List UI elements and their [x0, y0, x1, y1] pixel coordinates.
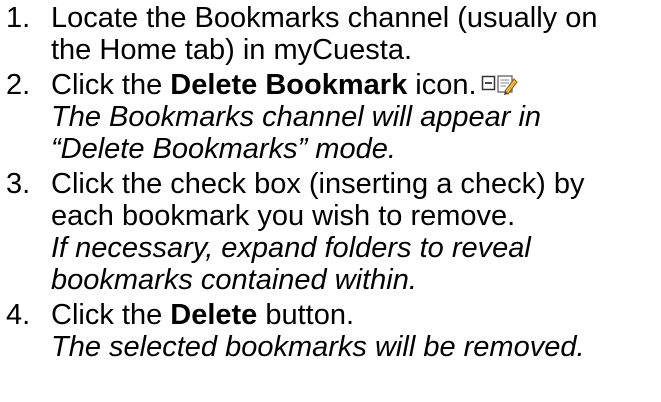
step-number: 2.	[6, 69, 31, 101]
step-text: button.	[257, 299, 355, 331]
delete-label: Delete	[170, 299, 258, 331]
step-text-line: Locate the Bookmarks channel (usually on	[51, 2, 598, 34]
step-text-line: each bookmark you wish to remove.	[51, 200, 516, 232]
step-note-line: The selected bookmarks will be removed.	[51, 331, 585, 363]
step-text-line: Click the check box (inserting a check) …	[51, 168, 585, 200]
step-number: 3.	[6, 168, 31, 200]
step-4: 4. Click the Delete button. The selected…	[0, 299, 661, 363]
step-text: Click the	[51, 299, 171, 331]
step-2: 2. Click the Delete Bookmark icon. The B…	[0, 69, 661, 165]
instruction-document: 1. Locate the Bookmarks channel (usually…	[0, 0, 661, 402]
step-text: Click the	[51, 69, 171, 101]
step-note-line: If necessary, expand folders to reveal	[51, 232, 531, 264]
step-1: 1. Locate the Bookmarks channel (usually…	[0, 2, 661, 66]
step-text: icon.	[407, 69, 477, 101]
step-number: 4.	[6, 299, 31, 331]
delete-bookmark-icon	[481, 72, 519, 96]
step-3: 3. Click the check box (inserting a chec…	[0, 168, 661, 296]
step-number: 1.	[6, 2, 31, 34]
step-text-line: Click the Delete button.	[51, 299, 661, 331]
step-note-line: The Bookmarks channel will appear in	[51, 101, 542, 133]
step-text-line: Click the Delete Bookmark icon.	[51, 69, 661, 101]
step-text-line: the Home tab) in myCuesta.	[51, 34, 413, 66]
delete-bookmark-label: Delete Bookmark	[170, 69, 408, 101]
step-note-line: “Delete Bookmarks” mode.	[51, 133, 396, 165]
steps-list: 1. Locate the Bookmarks channel (usually…	[0, 0, 661, 363]
step-note-line: bookmarks contained within.	[51, 264, 417, 296]
